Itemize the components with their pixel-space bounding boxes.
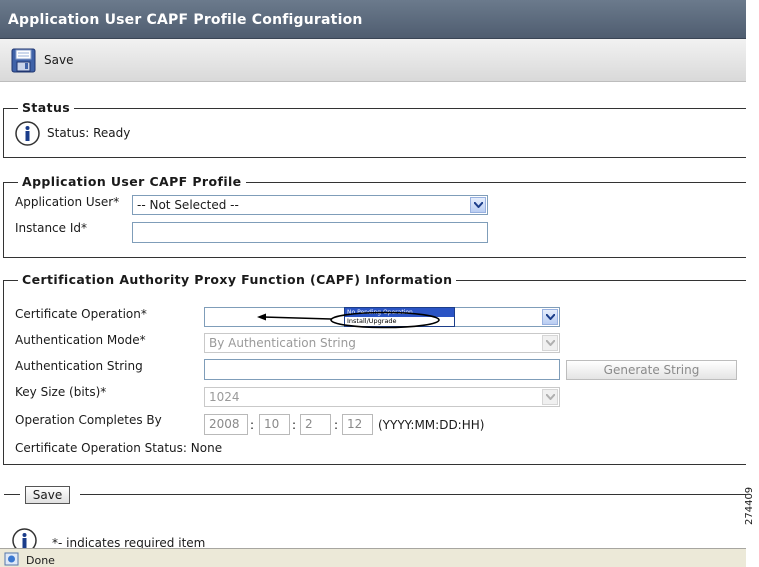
toolbar-save-button[interactable]: Save bbox=[44, 53, 73, 67]
authentication-mode-select[interactable]: By Authentication String bbox=[204, 333, 560, 353]
chevron-down-icon bbox=[542, 389, 558, 405]
key-size-label: Key Size (bits)* bbox=[15, 385, 107, 399]
capf-legend: Certification Authority Proxy Function (… bbox=[18, 272, 457, 287]
date-format-hint: (YYYY:MM:DD:HH) bbox=[378, 418, 485, 432]
application-user-label: Application User* bbox=[15, 195, 120, 209]
page-icon bbox=[4, 552, 19, 566]
toolbar: Save bbox=[0, 39, 746, 82]
year-input[interactable]: 2008 bbox=[204, 414, 248, 435]
authentication-string-input[interactable] bbox=[204, 359, 560, 380]
chevron-down-icon[interactable] bbox=[470, 197, 486, 213]
date-separator: : bbox=[292, 418, 297, 432]
authentication-mode-value: By Authentication String bbox=[209, 336, 356, 350]
application-user-value: -- Not Selected -- bbox=[137, 198, 239, 212]
status-bar-text: Done bbox=[26, 554, 55, 567]
profile-group: Application User CAPF Profile Applicatio… bbox=[3, 174, 746, 258]
authentication-string-label: Authentication String bbox=[15, 359, 143, 373]
status-legend: Status bbox=[18, 100, 75, 115]
date-separator: : bbox=[334, 418, 339, 432]
certificate-operation-status: Certificate Operation Status: None bbox=[15, 441, 223, 455]
generate-string-button[interactable]: Generate String bbox=[566, 360, 737, 380]
application-user-select[interactable]: -- Not Selected -- bbox=[132, 195, 488, 215]
window-title-bar: Application User CAPF Profile Configurat… bbox=[0, 0, 746, 39]
operation-completes-label: Operation Completes By bbox=[15, 413, 162, 427]
divider bbox=[80, 494, 746, 495]
date-separator: : bbox=[250, 418, 255, 432]
floppy-disk-icon[interactable] bbox=[11, 48, 36, 73]
key-size-value: 1024 bbox=[209, 390, 240, 404]
month-input[interactable]: 10 bbox=[259, 414, 290, 435]
key-size-select[interactable]: 1024 bbox=[204, 387, 560, 407]
browser-status-bar: Done bbox=[0, 548, 746, 567]
chevron-down-icon[interactable] bbox=[542, 309, 558, 325]
profile-legend: Application User CAPF Profile bbox=[18, 174, 246, 189]
annotation-arrow-icon bbox=[257, 311, 440, 329]
chevron-down-icon bbox=[542, 335, 558, 351]
status-group: Status Status: Ready bbox=[3, 100, 746, 158]
day-input[interactable]: 2 bbox=[300, 414, 331, 435]
instance-id-label: Instance Id* bbox=[15, 221, 88, 235]
hour-input[interactable]: 12 bbox=[342, 414, 373, 435]
instance-id-input[interactable] bbox=[132, 222, 488, 243]
certificate-operation-label: Certificate Operation* bbox=[15, 307, 147, 321]
save-button[interactable]: Save bbox=[25, 486, 70, 504]
info-icon bbox=[15, 121, 40, 146]
authentication-mode-label: Authentication Mode* bbox=[15, 333, 146, 347]
divider bbox=[4, 494, 20, 495]
page-title: Application User CAPF Profile Configurat… bbox=[8, 12, 363, 28]
figure-id: 274409 bbox=[744, 486, 755, 525]
status-text: Status: Ready bbox=[47, 126, 131, 140]
